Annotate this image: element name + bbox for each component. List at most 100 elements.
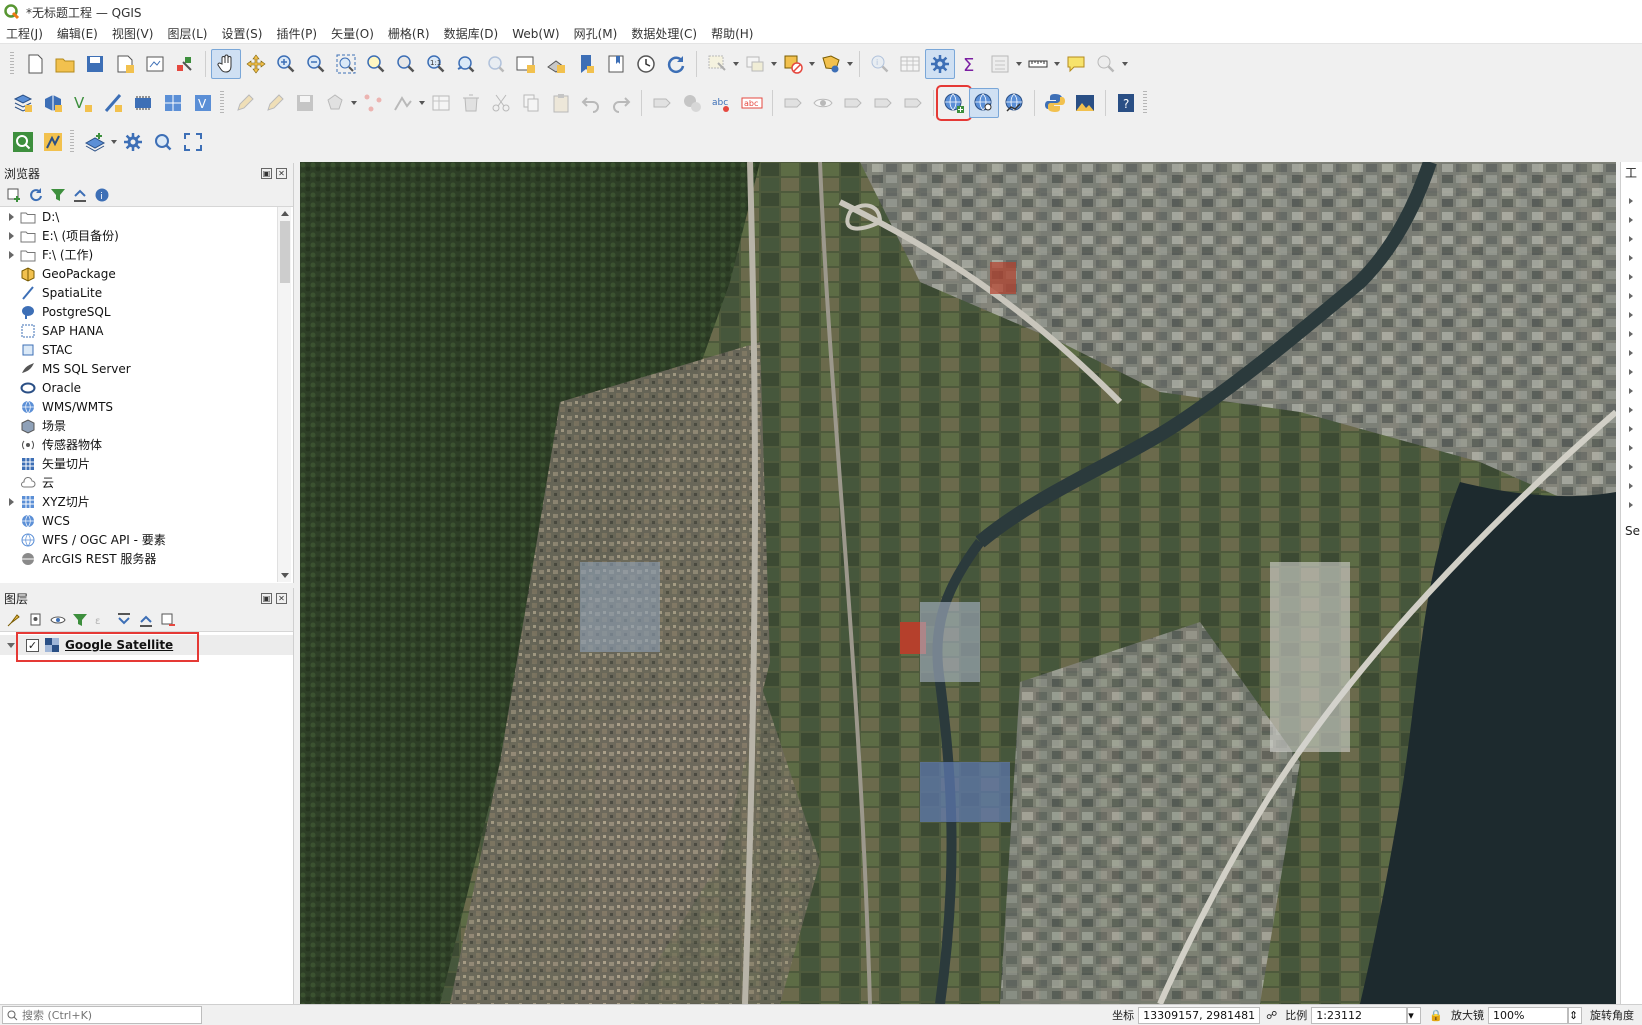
select-by-value-dropdown[interactable] xyxy=(770,49,778,79)
browser-item[interactable]: 云 xyxy=(0,473,293,492)
locator-search-box[interactable] xyxy=(2,1006,202,1024)
add-selected-layers-icon[interactable] xyxy=(6,187,22,203)
label-tool-button[interactable] xyxy=(647,88,677,118)
map-search-button[interactable] xyxy=(148,127,178,157)
browser-item[interactable]: XYZ切片 xyxy=(0,492,293,511)
menu-item[interactable]: 视图(V) xyxy=(112,25,154,42)
collapse-arrow-icon[interactable] xyxy=(7,640,15,650)
statistics-button[interactable]: Σ xyxy=(955,49,985,79)
toolbar-grip[interactable] xyxy=(220,91,224,115)
select-location-dropdown[interactable] xyxy=(846,49,854,79)
menu-item[interactable]: 插件(P) xyxy=(276,25,317,42)
browser-item[interactable]: SAP HANA xyxy=(0,321,293,340)
toolbar-grip[interactable] xyxy=(10,52,14,76)
pin-labels-button[interactable] xyxy=(778,88,808,118)
scrollbar-thumb[interactable] xyxy=(280,221,290,283)
undo-button[interactable] xyxy=(576,88,606,118)
toolbox-group-expander[interactable] xyxy=(1621,495,1642,514)
add-wcs-layer-button[interactable] xyxy=(969,88,999,118)
layer-item[interactable]: ✓ Google Satellite xyxy=(0,632,293,662)
zoom-last-button[interactable] xyxy=(451,49,481,79)
toolbox-group-expander[interactable] xyxy=(1621,419,1642,438)
data-source-manager-button[interactable] xyxy=(8,88,38,118)
add-layer-stack-button[interactable] xyxy=(80,127,110,157)
menu-item[interactable]: Web(W) xyxy=(512,27,559,41)
collapse-all-icon[interactable] xyxy=(72,187,88,203)
measure-dropdown[interactable] xyxy=(1053,49,1061,79)
menu-item[interactable]: 图层(L) xyxy=(167,25,207,42)
menu-item[interactable]: 帮助(H) xyxy=(711,25,753,42)
browser-item[interactable]: E:\ (项目备份) xyxy=(0,226,293,245)
zoom-next-button[interactable] xyxy=(481,49,511,79)
browser-item[interactable]: PostgreSQL xyxy=(0,302,293,321)
zoom-to-layer-button[interactable] xyxy=(391,49,421,79)
redo-button[interactable] xyxy=(606,88,636,118)
menu-item[interactable]: 设置(S) xyxy=(222,25,263,42)
new-map-view-button[interactable] xyxy=(511,49,541,79)
toggle-editing-button[interactable] xyxy=(260,88,290,118)
temporal-controller-button[interactable] xyxy=(631,49,661,79)
browser-item[interactable]: ArcGIS REST 服务器 xyxy=(0,549,293,568)
vertex-tool-button[interactable] xyxy=(358,88,388,118)
browser-item[interactable]: GeoPackage xyxy=(0,264,293,283)
new-temporary-layer-button[interactable] xyxy=(128,88,158,118)
deselect-features-button[interactable] xyxy=(778,49,808,79)
save-as-button[interactable] xyxy=(110,49,140,79)
refresh-icon[interactable] xyxy=(28,187,44,203)
pan-map-button[interactable] xyxy=(211,49,241,79)
new-geopackage-layer-button[interactable] xyxy=(38,88,68,118)
menu-item[interactable]: 网孔(M) xyxy=(574,25,618,42)
new-bookmark-button[interactable] xyxy=(571,49,601,79)
locator-search-input[interactable] xyxy=(22,1008,192,1022)
scroll-down-icon[interactable] xyxy=(281,573,289,578)
filter-legend-icon[interactable] xyxy=(72,612,88,628)
zoom-out-button[interactable] xyxy=(301,49,331,79)
locator-button[interactable] xyxy=(1091,49,1121,79)
open-project-button[interactable] xyxy=(50,49,80,79)
scale-dropdown[interactable]: ▾ xyxy=(1407,1006,1422,1024)
edit-table-button[interactable] xyxy=(426,88,456,118)
select-by-value-button[interactable] xyxy=(740,49,770,79)
zoom-full-button[interactable] xyxy=(331,49,361,79)
menu-item[interactable]: 数据库(D) xyxy=(444,25,499,42)
remove-layer-icon[interactable] xyxy=(160,612,176,628)
digitize-dropdown[interactable] xyxy=(350,88,358,118)
browser-item[interactable]: 传感器物体 xyxy=(0,435,293,454)
paste-features-button[interactable] xyxy=(546,88,576,118)
toolbar-grip[interactable] xyxy=(1143,91,1147,115)
help-button[interactable]: ? xyxy=(1111,88,1141,118)
lock-scale-icon[interactable]: 🔒 xyxy=(1429,1009,1443,1022)
layer-diagram-button[interactable]: abc xyxy=(737,88,767,118)
full-extent-button[interactable] xyxy=(178,127,208,157)
new-virtual-layer-button[interactable] xyxy=(158,88,188,118)
layer-labeling-button[interactable]: abc xyxy=(707,88,737,118)
select-location-button[interactable] xyxy=(816,49,846,79)
locator-dropdown[interactable] xyxy=(1121,49,1129,79)
close-panel-icon[interactable]: ✕ xyxy=(276,592,287,604)
toggle-extents-icon[interactable]: ☍ xyxy=(1266,1009,1277,1022)
float-panel-icon[interactable]: ▣ xyxy=(261,592,272,604)
browser-item[interactable]: 场景 xyxy=(0,416,293,435)
toolbox-group-expander[interactable] xyxy=(1621,362,1642,381)
magnifier-field[interactable]: 100% xyxy=(1488,1006,1568,1024)
change-label-button[interactable] xyxy=(898,88,928,118)
zoom-in-button[interactable] xyxy=(271,49,301,79)
python-console-button[interactable] xyxy=(1040,88,1070,118)
select-features-dropdown[interactable] xyxy=(732,49,740,79)
zoom-to-selection-button[interactable] xyxy=(361,49,391,79)
toolbox-group-expander[interactable] xyxy=(1621,210,1642,229)
pan-to-selection-button[interactable] xyxy=(241,49,271,79)
move-label-button[interactable] xyxy=(838,88,868,118)
magnifier-spinner[interactable]: ⇕ xyxy=(1568,1006,1582,1024)
filter-icon[interactable] xyxy=(50,187,66,203)
info-icon[interactable]: i xyxy=(94,187,110,203)
toolbox-group-expander[interactable] xyxy=(1621,476,1642,495)
browser-item[interactable]: F:\ (工作) xyxy=(0,245,293,264)
toolbox-group-expander[interactable] xyxy=(1621,438,1642,457)
diagram-tool-button[interactable] xyxy=(677,88,707,118)
zoom-native-button[interactable]: 1:1 xyxy=(421,49,451,79)
deselect-dropdown[interactable] xyxy=(808,49,816,79)
menu-item[interactable]: 矢量(O) xyxy=(331,25,374,42)
toolbar-grip[interactable] xyxy=(70,130,74,154)
coordinate-field[interactable]: 13309157, 2981481 xyxy=(1138,1006,1261,1024)
